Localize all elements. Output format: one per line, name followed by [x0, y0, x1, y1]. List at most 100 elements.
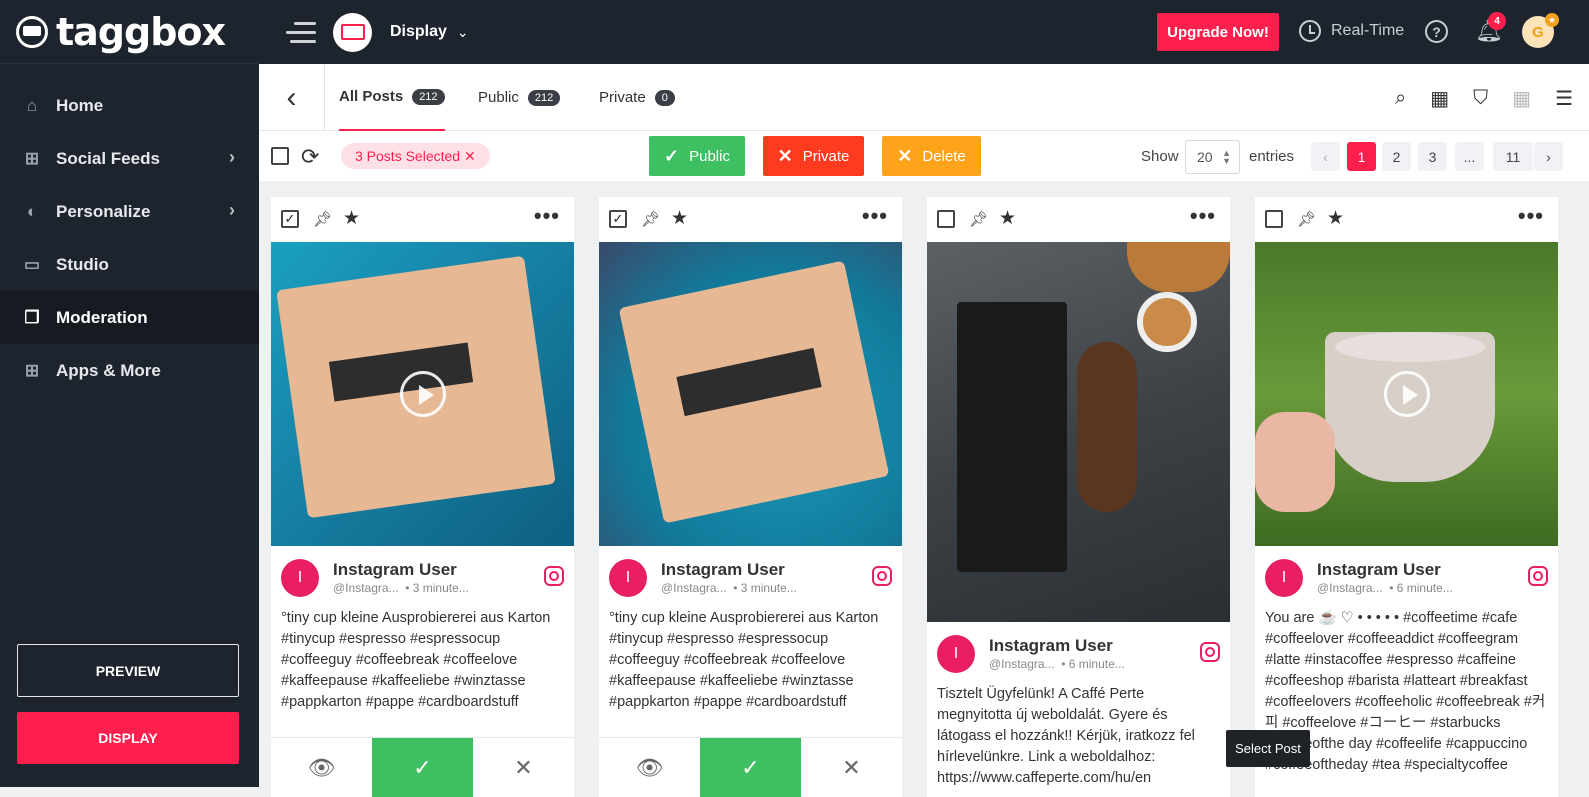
- author-meta: @Instagra... • 6 minute...: [989, 657, 1125, 671]
- page-11[interactable]: 11: [1493, 142, 1533, 171]
- view-icon[interactable]: 👁︎: [271, 738, 372, 797]
- entries-select[interactable]: 20 ▲ ▼: [1185, 140, 1240, 174]
- tab-count: 212: [527, 89, 561, 106]
- approve-button[interactable]: ✓: [372, 738, 473, 797]
- author-meta: @Instagra... • 3 minute...: [661, 581, 797, 595]
- avatar: I: [609, 559, 647, 597]
- post-image[interactable]: [1255, 242, 1558, 546]
- tooltip: Select Post: [1226, 730, 1310, 767]
- post-card[interactable]: 📌︎ ★ ••• I Instagram User @Instagra... •…: [1255, 197, 1558, 797]
- author-handle: @Instagra...: [661, 581, 727, 595]
- play-icon[interactable]: [1383, 371, 1430, 417]
- sidebar-item-apps[interactable]: ⊞ Apps & More: [0, 344, 259, 397]
- post-card[interactable]: 📌︎ ★ ••• I Instagram User @Instagra... •…: [927, 197, 1230, 797]
- realtime-button[interactable]: Real-Time: [1299, 20, 1404, 42]
- drop-icon: ◐: [26, 201, 38, 221]
- post-author: I Instagram User @Instagra... • 3 minute…: [271, 546, 574, 608]
- select-all-checkbox[interactable]: [271, 147, 289, 165]
- sidebar-item-label: Apps & More: [56, 360, 161, 380]
- post-text: Tisztelt Ügyfelünk! A Caffé Perte megnyi…: [937, 686, 1195, 786]
- author-name: Instagram User: [1317, 560, 1441, 579]
- more-options-icon[interactable]: •••: [1190, 203, 1216, 229]
- list-view-icon[interactable]: ☰: [1555, 86, 1573, 111]
- sidebar-item-label: Social Feeds: [56, 148, 160, 168]
- post-card[interactable]: ✓ 📌︎ ★ ••• I Instagram User @Instagra...…: [271, 197, 574, 797]
- post-image[interactable]: [271, 242, 574, 546]
- author-name: Instagram User: [989, 636, 1113, 655]
- sidebar: taggbox ⌂ Home ⊞ Social Feeds › ◐ Personaliz…: [0, 0, 259, 787]
- card-header: 📌︎ ★ •••: [1255, 197, 1558, 242]
- page-ellipsis: ...: [1455, 142, 1484, 171]
- post-checkbox[interactable]: ✓: [281, 210, 299, 228]
- filter-icon[interactable]: ⛉: [1473, 87, 1488, 110]
- author-name: Instagram User: [333, 560, 457, 579]
- post-card[interactable]: ✓ 📌︎ ★ ••• I Instagram User @Instagra...…: [599, 197, 902, 797]
- post-checkbox[interactable]: ✓: [609, 210, 627, 228]
- post-checkbox[interactable]: [937, 210, 955, 228]
- tab-public[interactable]: Public 212: [478, 64, 561, 131]
- tab-private[interactable]: Private 0: [599, 64, 675, 131]
- sidebar-item-personalize[interactable]: ◐ Personalize ›: [0, 185, 259, 238]
- selected-count-badge[interactable]: 3 Posts Selected ✕: [341, 143, 490, 169]
- display-selector[interactable]: Display: [390, 23, 447, 41]
- star-icon[interactable]: ★: [1327, 207, 1344, 230]
- make-public-button[interactable]: ✓ Public: [649, 136, 745, 176]
- star-icon[interactable]: ★: [999, 207, 1016, 230]
- post-image[interactable]: [927, 242, 1230, 622]
- page-1[interactable]: 1: [1347, 142, 1376, 171]
- page-3[interactable]: 3: [1418, 142, 1447, 171]
- help-icon[interactable]: ?: [1425, 20, 1448, 43]
- post-image[interactable]: [599, 242, 902, 546]
- sidebar-item-moderation[interactable]: ❐ Moderation: [0, 291, 259, 344]
- pin-icon[interactable]: 📌︎: [313, 210, 332, 228]
- make-private-button[interactable]: ✕ Private: [763, 136, 864, 176]
- brand-name: taggbox: [56, 9, 226, 54]
- more-options-icon[interactable]: •••: [1518, 203, 1544, 229]
- preview-button[interactable]: PREVIEW: [17, 644, 239, 697]
- chevron-right-icon: ›: [229, 200, 235, 220]
- close-icon: ✕: [897, 145, 913, 166]
- post-text: °tiny cup kleine Ausprobiererei aus Kart…: [609, 610, 879, 710]
- star-icon[interactable]: ★: [343, 207, 360, 230]
- chevron-down-icon[interactable]: ⌄: [457, 24, 469, 41]
- display-button[interactable]: DISPLAY: [17, 712, 239, 764]
- pin-icon[interactable]: 📌︎: [641, 210, 660, 228]
- page-2[interactable]: 2: [1382, 142, 1411, 171]
- sidebar-item-home[interactable]: ⌂ Home: [0, 79, 259, 132]
- post-author: I Instagram User @Instagra... • 6 minute…: [927, 622, 1230, 684]
- brand-logo[interactable]: taggbox: [0, 0, 259, 64]
- post-checkbox[interactable]: [1265, 210, 1283, 228]
- button-label: Delete: [922, 147, 966, 165]
- more-options-icon[interactable]: •••: [534, 203, 560, 229]
- topbar: Display ⌄ Upgrade Now! Real-Time ? 🔔︎ 4 …: [259, 0, 1589, 64]
- next-page-button[interactable]: ›: [1534, 142, 1563, 171]
- grid-view-icon[interactable]: ▦: [1512, 86, 1531, 111]
- view-icon[interactable]: 👁︎: [599, 738, 700, 797]
- menu-toggle-icon[interactable]: [286, 21, 316, 43]
- refresh-icon[interactable]: ⟳: [301, 144, 319, 170]
- avatar: I: [1265, 559, 1303, 597]
- sidebar-item-social-feeds[interactable]: ⊞ Social Feeds ›: [0, 132, 259, 185]
- star-icon[interactable]: ★: [671, 207, 688, 230]
- pin-icon[interactable]: 📌︎: [1297, 210, 1316, 228]
- delete-button[interactable]: ✕ Delete: [882, 136, 981, 176]
- reject-button[interactable]: ✕: [473, 738, 574, 797]
- back-icon[interactable]: ‹: [259, 64, 325, 131]
- prev-page-button[interactable]: ‹: [1311, 142, 1340, 171]
- tab-all-posts[interactable]: All Posts 212: [339, 64, 445, 131]
- pin-icon[interactable]: 📌︎: [969, 210, 988, 228]
- sidebar-item-studio[interactable]: ▭ Studio: [0, 238, 259, 291]
- more-options-icon[interactable]: •••: [862, 203, 888, 229]
- author-name: Instagram User: [661, 560, 785, 579]
- chevron-right-icon: ›: [229, 147, 235, 167]
- calendar-icon[interactable]: ▦: [1430, 86, 1449, 111]
- reject-button[interactable]: ✕: [801, 738, 902, 797]
- post-time: • 6 minute...: [1389, 581, 1453, 595]
- home-icon: ⌂: [26, 95, 38, 115]
- sidebar-item-label: Personalize: [56, 201, 151, 221]
- search-icon[interactable]: ⌕: [1395, 87, 1406, 110]
- approve-button[interactable]: ✓: [700, 738, 801, 797]
- instagram-icon: [1200, 642, 1220, 662]
- upgrade-button[interactable]: Upgrade Now!: [1157, 13, 1279, 51]
- play-icon[interactable]: [399, 371, 446, 417]
